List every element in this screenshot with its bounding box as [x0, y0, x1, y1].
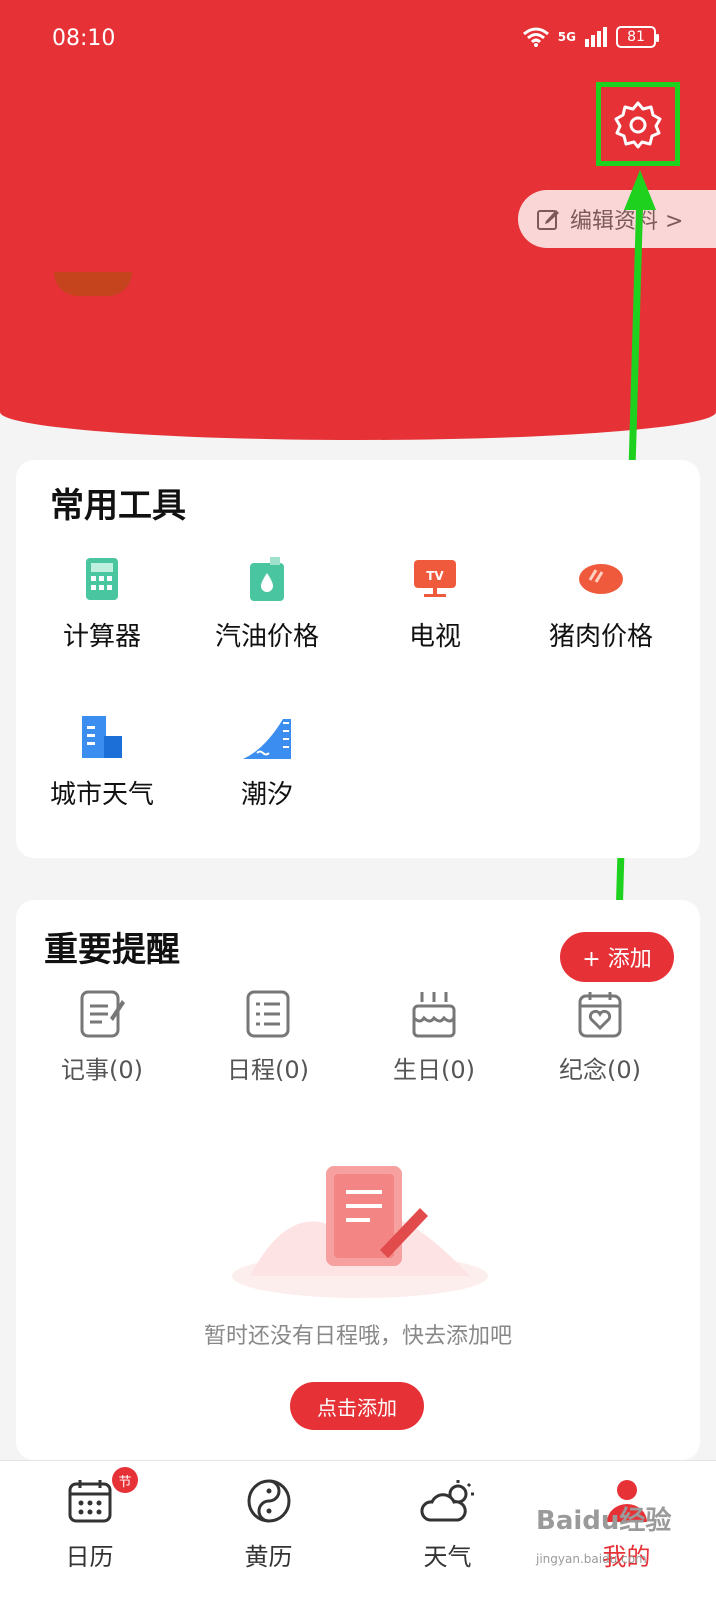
nav-label: 黄历 — [244, 1543, 293, 1571]
reminder-label: 日程(0) — [227, 1056, 309, 1084]
birthday-icon — [412, 992, 456, 1038]
svg-text:TV: TV — [426, 569, 444, 583]
tool-label: 汽油价格 — [214, 622, 319, 652]
reminders-card: 重要提醒 记事(0) 日程(0) 生日(0) 纪念(0) — [16, 900, 700, 1460]
holiday-badge: 节 — [112, 1467, 138, 1493]
pork-icon — [579, 564, 623, 594]
tool-gas-price[interactable]: 汽油价格 — [182, 556, 352, 653]
tools-title: 常用工具 — [50, 486, 186, 526]
nav-weather[interactable]: 天气 — [358, 1461, 537, 1572]
reminder-note[interactable]: 记事(0) — [22, 988, 182, 1085]
calendar-icon — [68, 1480, 111, 1523]
tv-icon: TV — [414, 560, 456, 597]
reminder-anniversary[interactable]: 纪念(0) — [520, 988, 680, 1085]
gas-price-icon — [250, 557, 284, 601]
tool-label: 计算器 — [62, 622, 141, 652]
tool-tide[interactable]: 潮汐 — [182, 714, 352, 811]
add-reminder-button[interactable]: + 添加 — [560, 932, 674, 982]
nav-almanac[interactable]: 黄历 — [179, 1461, 358, 1572]
anniversary-icon — [578, 992, 622, 1038]
reminder-label: 记事(0) — [61, 1056, 143, 1084]
reminders-title: 重要提醒 — [44, 930, 180, 970]
tool-label: 电视 — [408, 622, 461, 652]
yin-yang-icon — [247, 1479, 290, 1523]
tide-icon — [243, 719, 291, 759]
nav-calendar[interactable]: 节 日历 — [0, 1461, 179, 1572]
empty-schedule-illustration — [232, 1166, 488, 1298]
tool-city-weather[interactable]: 城市天气 — [17, 714, 187, 811]
watermark: Baidu经验 — [536, 1506, 672, 1536]
tool-calculator[interactable]: 计算器 — [17, 556, 187, 653]
tool-tv[interactable]: TV 电视 — [350, 556, 520, 653]
calculator-icon — [86, 558, 118, 600]
city-weather-icon — [82, 716, 122, 758]
reminder-schedule[interactable]: 日程(0) — [188, 988, 348, 1085]
reminder-label: 纪念(0) — [559, 1056, 641, 1084]
click-add-button[interactable]: 点击添加 — [290, 1382, 424, 1430]
tool-label: 猪肉价格 — [548, 622, 653, 652]
reminder-birthday[interactable]: 生日(0) — [354, 988, 514, 1085]
note-icon — [80, 990, 125, 1038]
reminder-label: 生日(0) — [393, 1056, 475, 1084]
nav-label: 日历 — [65, 1543, 114, 1571]
tools-card: 常用工具 计算器 汽油价格 TV 电视 猪肉价格 城市天气 潮汐 — [16, 460, 700, 858]
empty-state-text: 暂时还没有日程哦，快去添加吧 — [203, 1324, 512, 1349]
weather-icon — [420, 1480, 474, 1522]
tool-pork-price[interactable]: 猪肉价格 — [516, 556, 686, 653]
tool-label: 城市天气 — [49, 780, 154, 810]
tool-label: 潮汐 — [240, 780, 293, 810]
watermark-url: jingyan.baidu.com — [536, 1552, 647, 1566]
schedule-icon — [246, 990, 290, 1038]
nav-label: 天气 — [423, 1543, 472, 1571]
